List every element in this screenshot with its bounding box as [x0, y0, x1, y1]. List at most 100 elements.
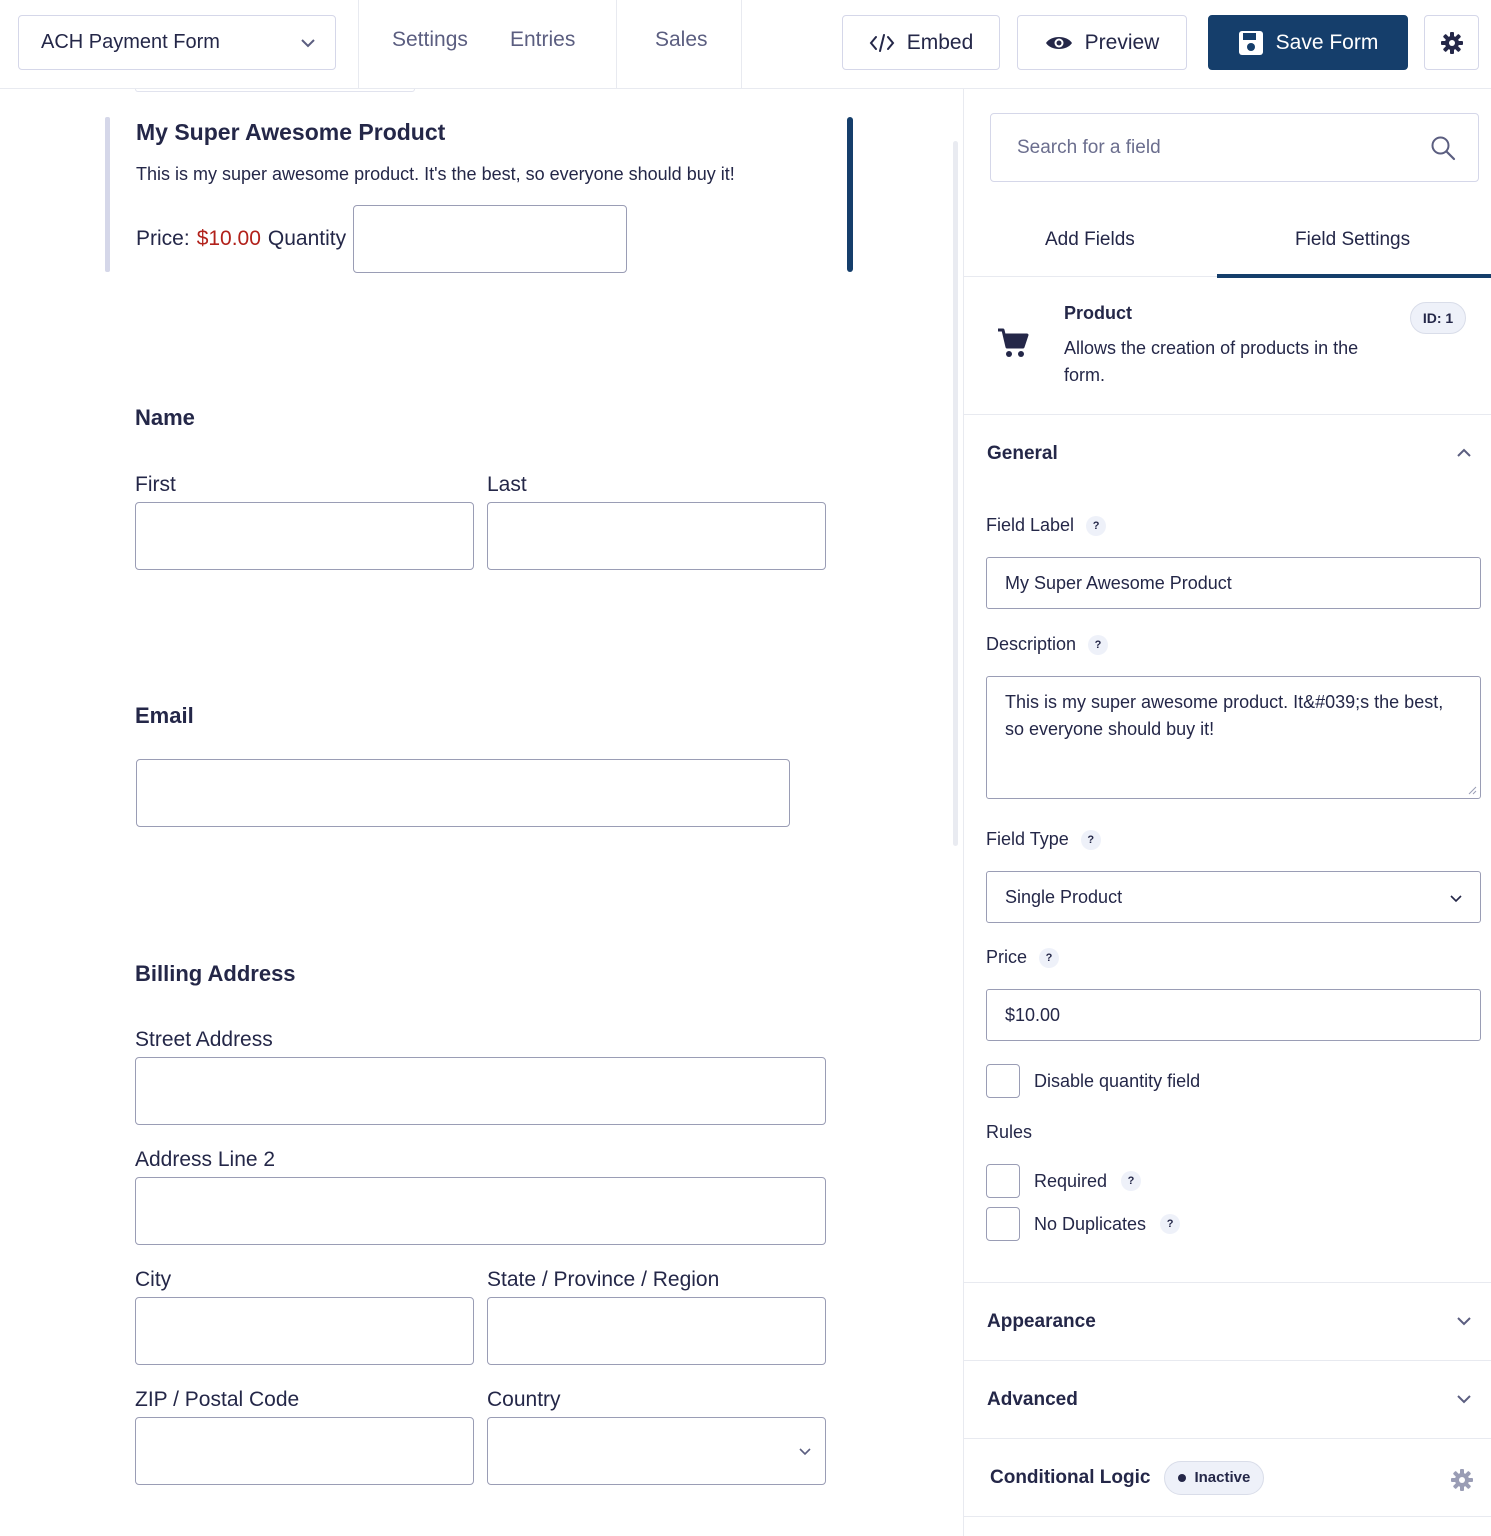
product-field-selected[interactable]: My Super Awesome Product This is my supe… — [105, 117, 855, 273]
appearance-title: Appearance — [987, 1310, 1096, 1332]
nav-settings[interactable]: Settings — [392, 28, 468, 52]
form-settings-button[interactable] — [1424, 15, 1479, 70]
last-name-input[interactable] — [487, 502, 826, 570]
canvas-scrollbar[interactable] — [953, 141, 958, 846]
form-switcher-dropdown[interactable]: ACH Payment Form — [18, 15, 336, 70]
product-price-row: Price: $10.00 Quantity — [136, 205, 628, 273]
field-label-label: Field Label ? — [986, 515, 1107, 536]
field-label-value: My Super Awesome Product — [1005, 572, 1232, 593]
zip-input[interactable] — [135, 1417, 474, 1485]
selected-field-indicator — [847, 117, 853, 272]
divider — [358, 0, 359, 89]
address-line2-label: Address Line 2 — [135, 1148, 276, 1171]
search-icon — [1431, 136, 1456, 161]
field-type-title: Product — [1064, 303, 1133, 323]
street-address-input[interactable] — [135, 1057, 826, 1125]
embed-label: Embed — [906, 30, 974, 54]
status-badge: Inactive — [1164, 1460, 1265, 1495]
city-input[interactable] — [135, 1297, 474, 1365]
general-title: General — [987, 443, 1058, 464]
advanced-accordion-header[interactable]: Advanced — [964, 1361, 1491, 1439]
field-id-badge: ID: 1 — [1410, 302, 1466, 334]
help-icon[interactable]: ? — [1039, 947, 1060, 968]
top-toolbar: ACH Payment Form Settings Entries Sales … — [0, 0, 1491, 89]
price-label: Price ? — [986, 947, 1060, 968]
resize-handle-icon[interactable] — [1467, 785, 1477, 795]
address-line2-input[interactable] — [135, 1177, 826, 1245]
field-left-bar — [105, 117, 110, 272]
email-input[interactable] — [136, 759, 790, 827]
price-input[interactable]: $10.00 — [986, 989, 1481, 1041]
quantity-input[interactable] — [353, 205, 628, 273]
search-placeholder: Search for a field — [1017, 136, 1161, 158]
cart-icon — [998, 328, 1029, 357]
gear-icon — [1440, 31, 1463, 54]
nav-sales[interactable]: Sales — [655, 28, 708, 52]
no-duplicates-checkbox[interactable] — [986, 1207, 1020, 1241]
active-tab-indicator — [1217, 274, 1491, 278]
state-input[interactable] — [487, 1297, 826, 1365]
billing-address-title: Billing Address — [135, 961, 296, 986]
product-title: My Super Awesome Product — [136, 119, 446, 145]
field-info-card: Product Allows the creation of products … — [964, 279, 1491, 415]
required-checkbox[interactable] — [986, 1164, 1020, 1198]
field-type-select[interactable]: Single Product — [986, 871, 1481, 923]
description-value: This is my super awesome product. It&#03… — [1005, 692, 1444, 739]
chevron-down-icon — [799, 1448, 811, 1456]
price-text: Price — [986, 947, 1028, 967]
divider — [616, 0, 617, 89]
divider — [741, 0, 742, 89]
general-accordion-header[interactable]: General — [964, 415, 1491, 493]
chevron-down-icon — [301, 39, 315, 48]
field-label-text: Field Label — [986, 515, 1075, 535]
description-label: Description ? — [986, 634, 1109, 655]
zip-label: ZIP / Postal Code — [135, 1388, 300, 1411]
appearance-accordion-header[interactable]: Appearance — [964, 1283, 1491, 1361]
description-textarea[interactable]: This is my super awesome product. It&#03… — [986, 676, 1481, 799]
tab-add-fields[interactable]: Add Fields — [1045, 229, 1135, 251]
floppy-disk-icon — [1238, 30, 1263, 55]
preview-button[interactable]: Preview — [1017, 15, 1187, 70]
help-icon[interactable]: ? — [1121, 1171, 1142, 1191]
rules-text: Rules — [986, 1122, 1033, 1142]
required-row: Required ? — [986, 1164, 1142, 1198]
chevron-down-icon — [1450, 895, 1462, 903]
state-label: State / Province / Region — [487, 1268, 720, 1291]
help-icon[interactable]: ? — [1160, 1214, 1181, 1234]
status-dot — [1178, 1473, 1187, 1482]
help-icon[interactable]: ? — [1086, 515, 1107, 536]
chevron-up-icon — [1457, 448, 1471, 457]
no-duplicates-label: No Duplicates — [1034, 1213, 1147, 1234]
nav-entries[interactable]: Entries — [510, 28, 575, 52]
eye-icon — [1045, 36, 1072, 49]
description-text: Description — [986, 634, 1077, 654]
status-text: Inactive — [1194, 1469, 1251, 1486]
disable-quantity-row: Disable quantity field — [986, 1064, 1200, 1098]
save-form-label: Save Form — [1275, 30, 1379, 54]
field-search-input[interactable]: Search for a field — [990, 113, 1479, 182]
field-settings-sidebar: Search for a field Add Fields Field Sett… — [963, 89, 1491, 1536]
form-editor-canvas: My Super Awesome Product This is my supe… — [0, 89, 963, 1536]
field-type-description: Allows the creation of products in the f… — [1064, 338, 1359, 385]
chevron-down-icon — [1457, 1317, 1471, 1326]
quantity-label: Quantity — [267, 227, 347, 250]
field-toolbar-stub — [135, 89, 415, 92]
save-form-button[interactable]: Save Form — [1208, 15, 1408, 70]
first-name-input[interactable] — [135, 502, 474, 570]
country-select[interactable] — [487, 1417, 826, 1485]
embed-button[interactable]: Embed — [842, 15, 1000, 70]
required-label: Required — [1034, 1170, 1108, 1191]
help-icon[interactable]: ? — [1080, 829, 1101, 850]
gear-icon[interactable] — [1450, 1468, 1474, 1492]
field-label-input[interactable]: My Super Awesome Product — [986, 557, 1481, 609]
disable-quantity-checkbox[interactable] — [986, 1064, 1020, 1098]
city-label: City — [135, 1268, 172, 1291]
street-address-label: Street Address — [135, 1028, 273, 1051]
no-duplicates-row: No Duplicates ? — [986, 1207, 1181, 1241]
tab-field-settings[interactable]: Field Settings — [1295, 229, 1410, 251]
name-field-title: Name — [135, 405, 195, 430]
price-value: $10.00 — [196, 227, 261, 250]
help-icon[interactable]: ? — [1088, 634, 1109, 655]
form-name: ACH Payment Form — [41, 31, 220, 53]
conditional-logic-row[interactable]: Conditional Logic Inactive — [964, 1439, 1491, 1517]
